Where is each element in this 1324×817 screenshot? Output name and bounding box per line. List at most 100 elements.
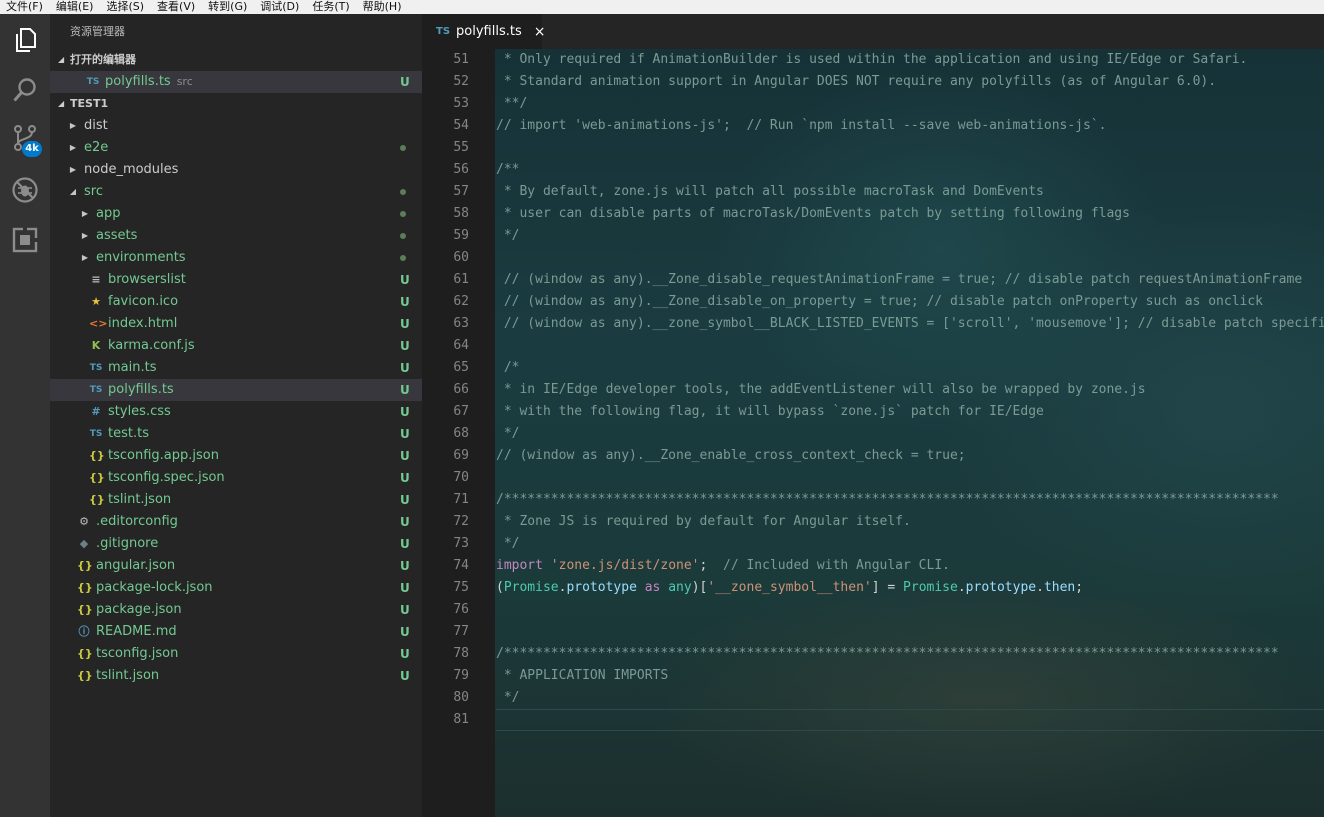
file-item[interactable]: ⓘ README.md U — [50, 621, 422, 643]
file-item[interactable]: {} tsconfig.spec.json U — [50, 467, 422, 489]
menu-item[interactable]: 选择(S) — [106, 1, 144, 13]
file-item[interactable]: TS test.ts U — [50, 423, 422, 445]
line-number: 74 — [453, 558, 469, 573]
folder-label: assets — [96, 228, 138, 243]
file-item[interactable]: {} package.json U — [50, 599, 422, 621]
folder-item-e2e[interactable]: ▶ e2e — [50, 137, 422, 159]
json-file-icon: {} — [89, 449, 105, 462]
code-token: any — [668, 580, 692, 595]
explorer-button[interactable] — [0, 16, 50, 64]
code-token: // import 'web-animations-js'; // Run `n… — [496, 118, 1107, 133]
file-item[interactable]: {} tslint.json U — [50, 665, 422, 687]
file-item[interactable]: <> index.html U — [50, 313, 422, 335]
code-token: import — [496, 558, 543, 573]
file-item[interactable]: ★ favicon.ico U — [50, 291, 422, 313]
debug-icon — [12, 177, 38, 203]
folder-item-node_modules[interactable]: ▶ node_modules — [50, 159, 422, 181]
git-status-badge: U — [400, 427, 410, 441]
line-number: 67 — [453, 404, 469, 419]
file-item[interactable]: ⚙ .editorconfig U — [50, 511, 422, 533]
menu-item[interactable]: 任务(T) — [312, 1, 349, 13]
line-number: 75 — [453, 580, 469, 595]
code-line: */ — [496, 423, 520, 445]
code-line: // (window as any).__Zone_disable_reques… — [496, 269, 1302, 291]
json-file-icon: {} — [77, 581, 93, 594]
code-editor[interactable]: 51 52 53 54 55 56 57 58 59 60 61 62 63 64 65 66 67 68 69 70… — [422, 49, 1324, 817]
open-editor-item[interactable]: TS polyfills.ts src U — [50, 71, 422, 93]
file-item[interactable]: TS polyfills.ts U — [50, 379, 422, 401]
git-status-badge: U — [400, 383, 410, 397]
code-token: * Zone JS is required by default for Ang… — [496, 514, 911, 529]
file-item[interactable]: {} tsconfig.json U — [50, 643, 422, 665]
code-token: 'zone.js/dist/zone' — [550, 558, 700, 573]
file-label: polyfills.ts — [105, 74, 171, 89]
tab-polyfills[interactable]: TS polyfills.ts × — [422, 14, 545, 49]
code-token: * APPLICATION IMPORTS — [496, 668, 669, 683]
file-item[interactable]: {} angular.json U — [50, 555, 422, 577]
git-status-badge: U — [400, 75, 410, 89]
code-line: * APPLICATION IMPORTS — [496, 665, 668, 687]
file-item[interactable]: ≡ browserslist U — [50, 269, 422, 291]
line-number: 77 — [453, 624, 469, 639]
git-status-badge: U — [400, 581, 410, 595]
info-file-icon: ⓘ — [78, 625, 90, 638]
file-item[interactable]: TS main.ts U — [50, 357, 422, 379]
code-token: */ — [496, 690, 520, 705]
json-file-icon: {} — [77, 669, 93, 682]
file-label: tslint.json — [108, 492, 172, 507]
extensions-icon — [12, 227, 38, 253]
favicon-file-icon: ★ — [91, 295, 101, 308]
code-line: * Only required if AnimationBuilder is u… — [496, 49, 1248, 71]
line-number: 53 — [453, 96, 469, 111]
code-line: /** — [496, 159, 519, 181]
menu-item[interactable]: 文件(F) — [6, 1, 43, 13]
gear-file-icon: ⚙ — [79, 515, 89, 528]
html-file-icon: <> — [89, 317, 108, 330]
code-line: **/ — [496, 93, 528, 115]
code-token: ( — [496, 580, 504, 595]
menu-item[interactable]: 帮助(H) — [363, 1, 402, 13]
line-number: 51 — [453, 52, 469, 67]
file-item[interactable]: ◆ .gitignore U — [50, 533, 422, 555]
code-token: /***************************************… — [496, 646, 1279, 661]
debug-button[interactable] — [0, 166, 50, 214]
folder-item-environments[interactable]: ▶ environments — [50, 247, 422, 269]
typescript-file-icon: TS — [89, 363, 103, 373]
file-item[interactable]: # styles.css U — [50, 401, 422, 423]
folder-item-dist[interactable]: ▶ dist — [50, 115, 422, 137]
file-item[interactable]: {} tsconfig.app.json U — [50, 445, 422, 467]
code-line: * Zone JS is required by default for Ang… — [496, 511, 911, 533]
menu-item[interactable]: 查看(V) — [157, 1, 195, 13]
extensions-button[interactable] — [0, 216, 50, 264]
git-file-icon: ◆ — [79, 537, 89, 550]
file-label: package-lock.json — [96, 580, 213, 595]
code-line: /***************************************… — [496, 489, 1279, 511]
modified-dot — [400, 255, 406, 261]
git-status-badge: U — [400, 471, 410, 485]
file-item[interactable]: Kkarma.conf.js U — [50, 335, 422, 357]
open-editor-label: polyfills.ts src — [105, 71, 193, 93]
current-line — [496, 709, 1324, 731]
folder-label: e2e — [84, 140, 109, 155]
search-button[interactable] — [0, 66, 50, 114]
folder-item-assets[interactable]: ▶ assets — [50, 225, 422, 247]
json-file-icon: {} — [77, 647, 93, 660]
folder-header[interactable]: ◢ TEST1 — [50, 93, 422, 115]
modified-dot — [400, 211, 406, 217]
file-item[interactable]: {} package-lock.json U — [50, 577, 422, 599]
code-token: */ — [496, 536, 520, 551]
file-item[interactable]: {} tslint.json U — [50, 489, 422, 511]
close-icon[interactable]: × — [534, 24, 546, 40]
file-label: tslint.json — [96, 668, 160, 683]
folder-item-app[interactable]: ▶ app — [50, 203, 422, 225]
menu-item[interactable]: 编辑(E) — [56, 1, 94, 13]
activity-bar: 4k — [0, 14, 50, 817]
git-status-badge: U — [400, 361, 410, 375]
open-editors-header[interactable]: ◢ 打开的编辑器 — [50, 49, 422, 71]
folder-item-src[interactable]: ◢ src — [50, 181, 422, 203]
chevron-down-icon: ◢ — [58, 55, 65, 64]
menu-item[interactable]: 转到(G) — [208, 1, 247, 13]
code-line: // (window as any).__zone_symbol__BLACK_… — [496, 313, 1324, 335]
menu-item[interactable]: 调试(D) — [260, 1, 299, 13]
